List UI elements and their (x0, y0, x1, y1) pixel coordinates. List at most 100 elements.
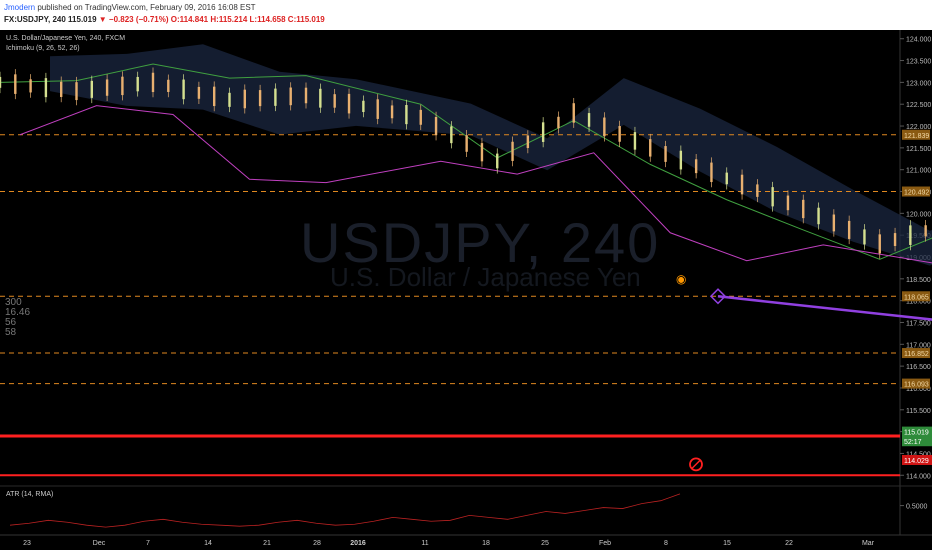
candle-body (182, 79, 185, 100)
x-tick-label: 11 (421, 540, 428, 547)
candle-body (909, 225, 912, 245)
candle-body (14, 74, 17, 94)
candle-body (0, 76, 2, 88)
candle-body (75, 82, 78, 101)
candle-body (541, 122, 545, 142)
candle-body (390, 105, 394, 119)
y-tick-label: 117.500 (906, 320, 931, 327)
candle-body (90, 80, 93, 98)
y-tick-label: 122.500 (906, 102, 931, 109)
x-tick-label: 7 (146, 540, 150, 547)
candle-body (434, 116, 438, 136)
candle-body (60, 81, 63, 97)
level-price-label: 116.093 (904, 382, 929, 389)
candle-body (557, 116, 560, 129)
level-price-label: 120.492 (904, 190, 929, 197)
candle-body (496, 153, 499, 169)
x-tick-label: 22 (785, 540, 793, 547)
atr-tick-label: 0.5000 (906, 504, 928, 511)
candle-body (197, 86, 201, 99)
candle-body (274, 88, 277, 106)
legend-indicator[interactable]: Ichimoku (9, 26, 52, 26) (6, 44, 125, 54)
x-tick-label: 21 (263, 540, 271, 547)
candle-body (847, 220, 851, 239)
close-value: C:115.019 (287, 15, 325, 24)
candle-body (405, 105, 408, 125)
candle-body (756, 184, 759, 197)
chart-legend: U.S. Dollar/Japanese Yen, 240, FXCM Ichi… (6, 34, 125, 54)
y-tick-label: 123.500 (906, 59, 931, 66)
candle-body (649, 139, 652, 157)
symbol-label: FX:USDJPY, 240 (4, 15, 66, 24)
level-price-label: 121.839 (904, 133, 929, 140)
chart-watermark-name: U.S. Dollar / Japanese Yen (330, 262, 641, 292)
candle-body (511, 141, 514, 161)
candle-body (633, 132, 637, 150)
candle-body (679, 150, 683, 170)
y-tick-label: 124.000 (906, 37, 931, 44)
candle-body (572, 103, 575, 123)
candle-body (347, 93, 351, 114)
candle-body (863, 229, 866, 245)
candle-body (878, 234, 881, 254)
publish-header: Jmodern published on TradingView.com, Fe… (0, 0, 932, 30)
level-price-label: 118.065 (904, 294, 929, 301)
candle-body (832, 214, 836, 232)
y-tick-label: 123.000 (906, 80, 931, 87)
x-tick-label: 8 (664, 540, 668, 547)
candle-body (450, 126, 453, 144)
x-tick-label: 2016 (350, 540, 366, 547)
candle-body (167, 79, 170, 92)
candle-body (480, 143, 484, 162)
low-value: L:114.658 (249, 15, 286, 24)
author-link[interactable]: Jmodern (4, 3, 35, 12)
y-tick-label: 118.500 (906, 277, 931, 284)
change-value: −0.823 (−0.71%) (108, 15, 169, 24)
candle-body (817, 207, 820, 225)
quote-line: FX:USDJPY, 240 115.019 ▼ −0.823 (−0.71%)… (4, 15, 325, 24)
x-tick-label: 28 (313, 540, 321, 547)
publish-line: Jmodern published on TradingView.com, Fe… (4, 3, 256, 12)
candle-body (319, 88, 322, 108)
x-tick-label: 15 (723, 540, 731, 547)
legend-title: U.S. Dollar/Japanese Yen, 240, FXCM (6, 35, 126, 42)
candle-body (924, 225, 927, 237)
candle-body (618, 126, 621, 142)
atr-legend[interactable]: ATR (14, RMA) (6, 491, 53, 498)
candle-body (694, 159, 698, 174)
candle-body (228, 92, 231, 107)
candle-body (786, 195, 790, 211)
y-tick-label: 120.000 (906, 211, 931, 218)
candle-body (44, 78, 48, 98)
candle-body (304, 87, 308, 104)
x-tick-label: 25 (541, 540, 549, 547)
candle-body (243, 89, 246, 109)
y-tick-label: 115.500 (906, 408, 931, 415)
candle-body (771, 187, 774, 207)
x-tick-label: Dec (93, 540, 106, 547)
candle-body (213, 86, 216, 107)
candle-body (802, 199, 805, 219)
candle-body (587, 113, 591, 127)
candle-body (29, 79, 32, 93)
level-price-label: 116.852 (904, 351, 929, 358)
candle-body (603, 117, 606, 137)
candle-body (710, 162, 713, 183)
candle-body (725, 172, 728, 185)
candle-body (362, 100, 365, 113)
current-price-label: 52:17 (904, 439, 922, 446)
x-tick-label: Feb (599, 540, 611, 547)
candle-body (664, 146, 667, 162)
open-value: O:114.841 (170, 15, 209, 24)
stats-block: 300 16.46 56 58 (5, 298, 30, 338)
candle-body (465, 135, 468, 152)
y-tick-label: 114.000 (906, 473, 931, 480)
high-value: H:115.214 (210, 15, 248, 24)
candle-body (740, 174, 744, 195)
y-tick-label: 121.500 (906, 146, 931, 153)
candle-body (333, 94, 336, 108)
candle-body (136, 76, 139, 92)
current-price-label: 115.019 (904, 430, 929, 437)
candle-body (258, 90, 262, 107)
candle-body (526, 135, 530, 149)
